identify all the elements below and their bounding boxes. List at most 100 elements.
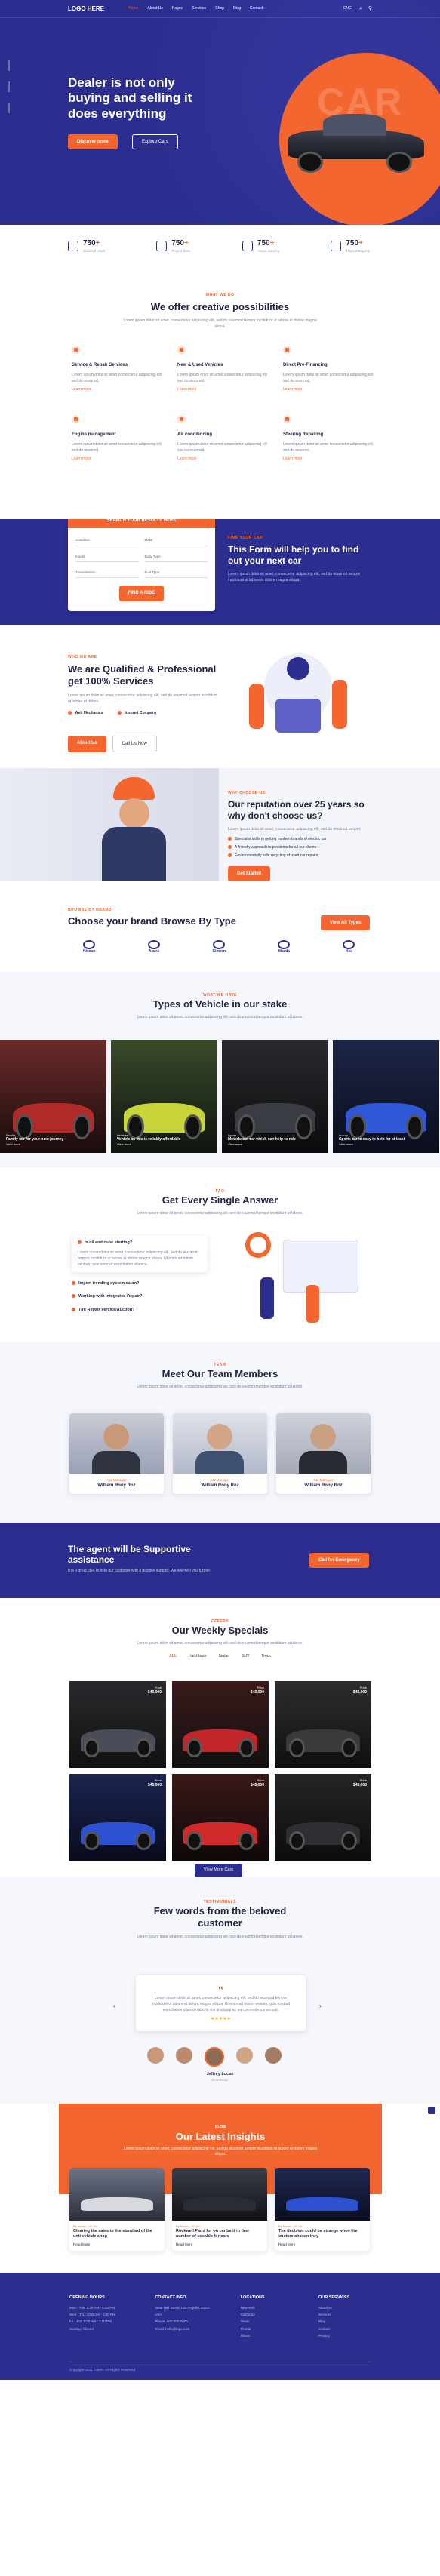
footer-link[interactable]: Blog: [318, 2319, 371, 2324]
brand-nissan[interactable]: Nissan: [83, 940, 95, 954]
nav-pages[interactable]: Pages: [172, 6, 183, 11]
vehicle-type-card[interactable]: Family Family car for your next journey Vi…: [0, 1040, 106, 1153]
tab-suv[interactable]: SUV: [242, 1654, 249, 1659]
avatar[interactable]: [205, 2047, 224, 2067]
call-us-button[interactable]: Call Us Now: [112, 735, 157, 752]
learn-more-link[interactable]: Learn more: [177, 387, 268, 392]
learn-more-link[interactable]: Learn more: [177, 456, 268, 462]
make-select[interactable]: Make: [144, 536, 208, 546]
footer-col-services: OUR SERVICES About us Services Blog Contact…: [318, 2295, 371, 2338]
footer-link[interactable]: Florida: [241, 2327, 301, 2332]
hero-btn-explore[interactable]: Explore Cars: [132, 134, 178, 150]
footer-link[interactable]: Texas: [241, 2319, 301, 2324]
tab-all[interactable]: ALL: [169, 1654, 177, 1659]
blog-post-card[interactable]: By Admin · 20 Jan The decision could be s…: [275, 2168, 370, 2252]
view-all-types-button[interactable]: View All Types: [321, 915, 371, 931]
blog-post-card[interactable]: By Admin · 20 Jan Rockwell Paint for on c…: [172, 2168, 267, 2252]
feature-insured: Insured Company: [118, 711, 157, 716]
cart-icon[interactable]: ⚲: [368, 5, 372, 13]
learn-more-link[interactable]: Learn more: [72, 456, 162, 462]
fuel-type-select[interactable]: Fuel Type: [144, 568, 208, 579]
special-car-card[interactable]: Price $45,000: [172, 1681, 269, 1768]
learn-more-link[interactable]: Learn more: [72, 387, 162, 392]
nav-home[interactable]: Home: [128, 6, 138, 11]
team-member-card[interactable]: Car Manager William Rony Roz: [69, 1413, 164, 1494]
twitter-icon[interactable]: [8, 81, 10, 92]
get-started-button[interactable]: Get Started: [228, 866, 271, 881]
special-car-card[interactable]: Price $45,000: [275, 1774, 371, 1861]
facebook-icon[interactable]: [8, 60, 10, 71]
nav-shop[interactable]: Shop: [215, 6, 224, 11]
blog-post-card[interactable]: By Admin · 20 Jan Clearing the sales to t…: [69, 2168, 165, 2252]
brand-mazda[interactable]: Mazda: [278, 940, 291, 954]
faq-item[interactable]: Import trending system salon?: [72, 1281, 208, 1287]
scroll-top-button[interactable]: [428, 2107, 435, 2114]
avatar[interactable]: [265, 2047, 282, 2064]
instagram-icon[interactable]: [8, 103, 10, 113]
service-card[interactable]: Air conditioning Lorem ipsum dolor sit am…: [177, 414, 268, 462]
service-card[interactable]: Steering Repairing Lorem ipsum dolor sit …: [283, 414, 374, 462]
avatar[interactable]: [236, 2047, 253, 2064]
avatar[interactable]: [176, 2047, 192, 2064]
footer-link[interactable]: New York: [241, 2306, 301, 2310]
nav-contact[interactable]: Contact: [250, 6, 263, 11]
footer-link[interactable]: Services: [318, 2313, 371, 2317]
testimonial-section: TESTIMONIALS Few words from the beloved …: [0, 1877, 440, 2104]
learn-more-link[interactable]: Learn more: [283, 456, 374, 462]
team-member-card[interactable]: Car Manager William Rony Roz: [276, 1413, 371, 1494]
service-card[interactable]: Direct Pre-Financing Lorem ipsum dolor si…: [283, 346, 374, 392]
body-type-select[interactable]: Body Type: [144, 552, 208, 562]
special-car-card[interactable]: Price $45,000: [275, 1681, 371, 1768]
logo[interactable]: LOGO HERE: [68, 5, 128, 13]
brand-acura[interactable]: Acura: [147, 940, 160, 954]
about-us-button[interactable]: About Us: [68, 735, 106, 752]
prev-arrow-icon[interactable]: ‹: [113, 2002, 115, 2010]
nav-about[interactable]: About Us: [147, 6, 163, 11]
tab-sedan[interactable]: Sedan: [219, 1654, 229, 1659]
footer-link[interactable]: About us: [318, 2306, 371, 2310]
nav-blog[interactable]: Blog: [233, 6, 241, 11]
tab-truck[interactable]: Truck: [261, 1654, 270, 1659]
footer-link[interactable]: Illinois: [241, 2334, 301, 2338]
read-more-link[interactable]: Read More: [176, 2242, 263, 2247]
service-card[interactable]: New & Used Vehicles Lorem ipsum dolor sit…: [177, 346, 268, 392]
faq-item-open[interactable]: Is oil and cube starting? Lorem ipsum do…: [72, 1236, 208, 1272]
next-arrow-icon[interactable]: ›: [319, 2002, 322, 2010]
special-car-card[interactable]: Price $45,000: [69, 1774, 166, 1861]
special-car-card[interactable]: Price $45,000: [69, 1681, 166, 1768]
model-select[interactable]: Model: [75, 552, 139, 562]
team-member-card[interactable]: Car Manager William Rony Roz: [173, 1413, 267, 1494]
language-select[interactable]: ENG: [343, 6, 352, 11]
service-card[interactable]: Engine management Lorem ipsum dolor sit a…: [72, 414, 162, 462]
vehicle-type-card[interactable]: Vehicles Vehicle as this is reliably affo…: [111, 1040, 217, 1153]
faq-item[interactable]: Working with integrated Repair?: [72, 1294, 208, 1300]
faq-item[interactable]: Tire Repair service/Auction?: [72, 1308, 208, 1314]
footer: OPENING HOURS Mon - Tue: 9:00 AM - 6:00 …: [0, 2273, 440, 2380]
emergency-button[interactable]: Call for Emergency: [309, 1553, 369, 1569]
stats-section: 750+ Satisfied client 750+ Project done 75…: [0, 225, 440, 270]
brand-kia[interactable]: Kia: [342, 940, 355, 954]
footer-link[interactable]: California: [241, 2313, 301, 2317]
footer-link[interactable]: Contact: [318, 2327, 371, 2332]
search-icon[interactable]: ⌕: [359, 5, 362, 13]
post-image: [69, 2168, 165, 2221]
nav-services[interactable]: Services: [192, 6, 206, 11]
vehicle-type-card[interactable]: Luxury Sports car is easy to help for at …: [333, 1040, 439, 1153]
find-ride-button[interactable]: FIND A RIDE: [118, 586, 165, 601]
stat-item: 750+ Trained Experts: [331, 238, 370, 254]
transmission-select[interactable]: Transmission: [75, 568, 139, 579]
vehicle-type-card[interactable]: Sports Motorbeast car which can help to r…: [222, 1040, 328, 1153]
avatar[interactable]: [147, 2047, 164, 2064]
hero-btn-discover[interactable]: Discover more: [68, 134, 118, 150]
special-car-card[interactable]: Price $45,000: [172, 1774, 269, 1861]
brand-citroen[interactable]: Citroen: [212, 940, 226, 954]
learn-more-link[interactable]: Learn more: [283, 387, 374, 392]
tab-hatchback[interactable]: Hatchback: [189, 1654, 207, 1659]
service-card[interactable]: Service & Repair Services Lorem ipsum dol…: [72, 346, 162, 392]
read-more-link[interactable]: Read More: [73, 2242, 161, 2247]
condition-select[interactable]: Condition: [75, 536, 139, 546]
footer-link[interactable]: Privacy: [318, 2334, 371, 2338]
view-more-cars-button[interactable]: View More Cars: [195, 1864, 243, 1877]
insights-section: BLOG Our Latest Insights Lorem ipsum dol…: [0, 2104, 440, 2273]
read-more-link[interactable]: Read More: [278, 2242, 366, 2247]
